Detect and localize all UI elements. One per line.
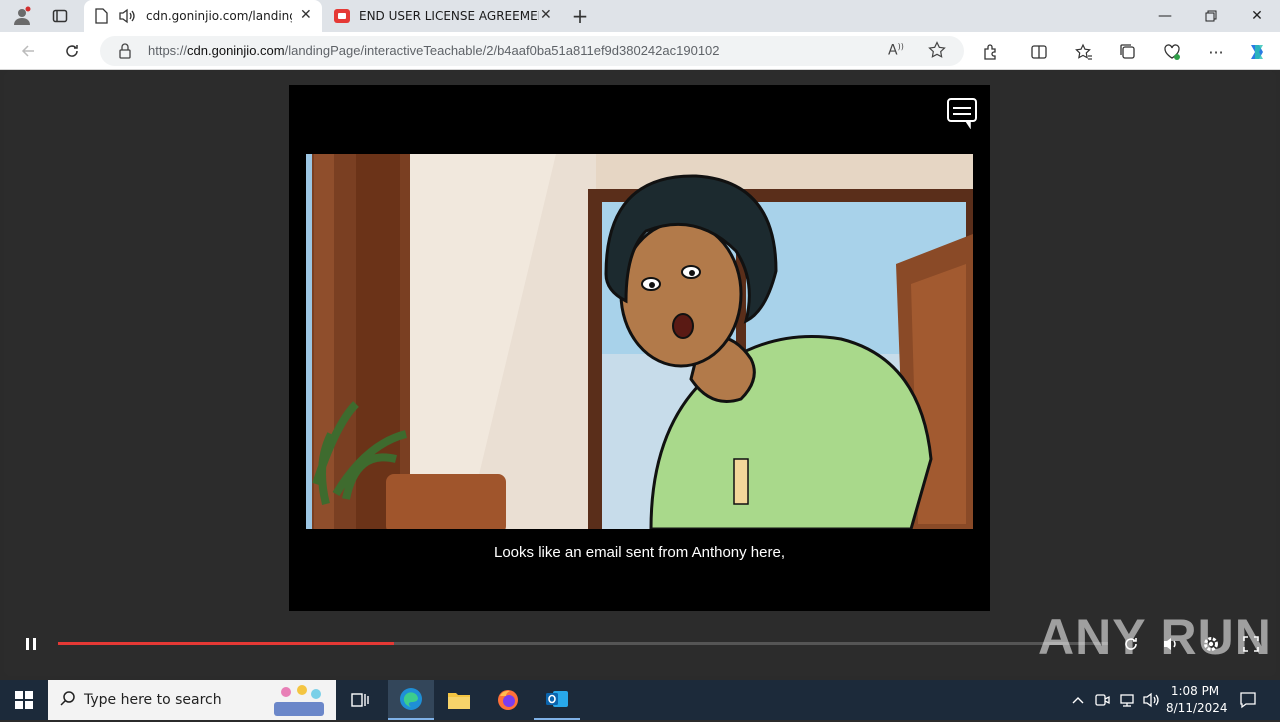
show-hidden-icons-icon[interactable] xyxy=(1068,680,1088,720)
browser-essentials-icon[interactable] xyxy=(1161,41,1183,63)
video-caption: Looks like an email sent from Anthony he… xyxy=(494,544,785,561)
url-field[interactable]: https://cdn.goninjio.com/landingPage/int… xyxy=(100,36,964,66)
split-screen-icon[interactable] xyxy=(1028,41,1050,63)
refresh-icon[interactable] xyxy=(58,38,86,64)
clock-time: 1:08 PM xyxy=(1170,684,1220,698)
search-icon xyxy=(60,690,76,710)
url-text: https://cdn.goninjio.com/landingPage/int… xyxy=(148,43,720,58)
fullscreen-icon[interactable] xyxy=(1240,633,1262,655)
more-options-icon[interactable]: ··· xyxy=(1205,41,1227,63)
new-tab-icon[interactable]: + xyxy=(566,0,594,32)
tab-eula[interactable]: END USER LICENSE AGREEMENT ✕ xyxy=(324,0,560,32)
network-icon[interactable] xyxy=(1116,680,1138,720)
edge-taskbar-icon[interactable] xyxy=(388,680,434,720)
address-bar-row: https://cdn.goninjio.com/landingPage/int… xyxy=(0,32,1280,70)
settings-gear-icon[interactable] xyxy=(1200,633,1222,655)
cartoon-scene-image xyxy=(306,154,973,529)
close-icon[interactable]: ✕ xyxy=(540,7,552,23)
profile-icon[interactable] xyxy=(8,0,36,32)
favorites-icon[interactable] xyxy=(1073,41,1095,63)
window-close-icon[interactable]: ✕ xyxy=(1234,0,1280,32)
restore-icon[interactable] xyxy=(1188,0,1234,32)
extensions-icon[interactable] xyxy=(980,41,1002,63)
system-clock[interactable]: 1:08 PM 8/11/2024 xyxy=(1166,683,1228,717)
progress-fill xyxy=(58,642,394,645)
subtitles-icon[interactable] xyxy=(946,97,978,133)
file-explorer-icon[interactable] xyxy=(438,680,480,720)
back-icon[interactable] xyxy=(14,38,42,64)
page-icon xyxy=(94,8,108,27)
tab-actions-icon[interactable] xyxy=(46,0,74,32)
taskbar-search-input[interactable]: Type here to search xyxy=(48,680,336,720)
tab-landing-page[interactable]: cdn.goninjio.com/landingP ✕ xyxy=(84,0,322,32)
replay-icon[interactable] xyxy=(1120,633,1142,655)
speaker-icon[interactable] xyxy=(1140,680,1162,720)
taskbar: Type here to search 1:08 PM 8/11/2024 xyxy=(0,680,1280,720)
meet-now-icon[interactable] xyxy=(1092,680,1112,720)
video-frame xyxy=(306,154,973,529)
collections-icon[interactable] xyxy=(1117,41,1139,63)
tab-label: END USER LICENSE AGREEMENT xyxy=(359,9,539,23)
audio-icon[interactable] xyxy=(118,8,136,27)
copilot-icon[interactable] xyxy=(1246,41,1268,63)
search-placeholder: Type here to search xyxy=(84,692,222,708)
notifications-icon[interactable] xyxy=(1232,680,1264,720)
task-view-icon[interactable] xyxy=(340,680,380,720)
clock-date: 8/11/2024 xyxy=(1166,701,1228,715)
url-scheme: https:// xyxy=(148,43,188,58)
watermark-text: ANY RUN xyxy=(1038,609,1272,665)
lock-icon[interactable] xyxy=(118,43,132,63)
tab-label: cdn.goninjio.com/landingP xyxy=(146,9,292,23)
pause-button[interactable] xyxy=(20,633,42,655)
url-path: /landingPage/interactiveTeachable/2/b4aa… xyxy=(284,43,720,58)
windows-start-icon[interactable] xyxy=(0,680,48,720)
progress-bar[interactable] xyxy=(58,642,1108,645)
close-icon[interactable]: ✕ xyxy=(300,7,312,23)
site-favicon-icon xyxy=(334,8,350,27)
read-aloud-icon[interactable]: A)) xyxy=(888,42,904,59)
tab-bar: cdn.goninjio.com/landingP ✕ END USER LIC… xyxy=(0,0,1280,32)
favorite-star-icon[interactable] xyxy=(928,41,946,63)
outlook-icon[interactable] xyxy=(534,680,580,720)
search-highlight-icon xyxy=(266,682,330,722)
volume-icon[interactable] xyxy=(1160,633,1182,655)
minimize-icon[interactable]: — xyxy=(1142,0,1188,32)
url-host: cdn.goninjio.com xyxy=(187,43,285,58)
firefox-icon[interactable] xyxy=(486,680,530,720)
